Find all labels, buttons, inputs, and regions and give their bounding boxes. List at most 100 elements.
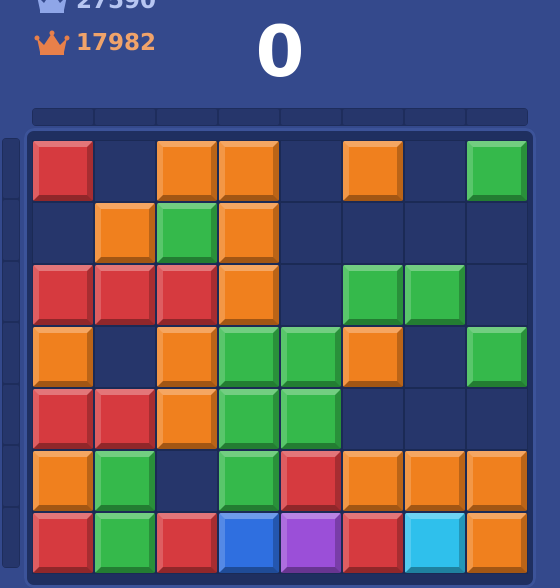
block-tile bbox=[405, 513, 465, 573]
red-block[interactable] bbox=[32, 512, 94, 574]
orange-block[interactable] bbox=[342, 326, 404, 388]
orange-block[interactable] bbox=[156, 326, 218, 388]
block-tile bbox=[33, 327, 93, 387]
orange-block[interactable] bbox=[342, 450, 404, 512]
block-tile bbox=[157, 141, 217, 201]
green-block[interactable] bbox=[466, 326, 528, 388]
orange-block[interactable] bbox=[466, 450, 528, 512]
red-block[interactable] bbox=[32, 140, 94, 202]
green-block[interactable] bbox=[404, 264, 466, 326]
block-tile bbox=[281, 327, 341, 387]
empty-cell[interactable] bbox=[280, 140, 342, 202]
block-tile bbox=[281, 389, 341, 449]
row-indicator-bar bbox=[2, 138, 20, 568]
empty-cell[interactable] bbox=[404, 326, 466, 388]
orange-block[interactable] bbox=[156, 388, 218, 450]
green-block[interactable] bbox=[218, 326, 280, 388]
empty-cell[interactable] bbox=[466, 202, 528, 264]
red-block[interactable] bbox=[156, 264, 218, 326]
board-grid[interactable] bbox=[32, 140, 528, 574]
block-tile bbox=[95, 265, 155, 325]
empty-cell[interactable] bbox=[404, 202, 466, 264]
block-tile bbox=[281, 513, 341, 573]
orange-block[interactable] bbox=[218, 264, 280, 326]
block-tile bbox=[33, 265, 93, 325]
green-block[interactable] bbox=[218, 388, 280, 450]
red-block[interactable] bbox=[94, 388, 156, 450]
block-tile bbox=[157, 203, 217, 263]
orange-block[interactable] bbox=[218, 202, 280, 264]
column-indicator-bar bbox=[32, 108, 528, 126]
block-tile bbox=[157, 513, 217, 573]
block-tile bbox=[467, 451, 527, 511]
orange-block[interactable] bbox=[218, 140, 280, 202]
empty-cell[interactable] bbox=[466, 264, 528, 326]
block-tile bbox=[157, 389, 217, 449]
purple-block[interactable] bbox=[280, 512, 342, 574]
green-block[interactable] bbox=[342, 264, 404, 326]
block-tile bbox=[95, 203, 155, 263]
block-tile bbox=[467, 141, 527, 201]
block-tile bbox=[467, 513, 527, 573]
cyan-block[interactable] bbox=[404, 512, 466, 574]
empty-cell[interactable] bbox=[342, 202, 404, 264]
blue-block[interactable] bbox=[218, 512, 280, 574]
block-tile bbox=[219, 451, 279, 511]
block-tile bbox=[95, 451, 155, 511]
block-tile bbox=[219, 265, 279, 325]
green-block[interactable] bbox=[218, 450, 280, 512]
red-block[interactable] bbox=[280, 450, 342, 512]
green-block[interactable] bbox=[94, 512, 156, 574]
block-tile bbox=[157, 327, 217, 387]
orange-block[interactable] bbox=[94, 202, 156, 264]
block-tile bbox=[157, 265, 217, 325]
block-tile bbox=[219, 141, 279, 201]
block-tile bbox=[219, 203, 279, 263]
empty-cell[interactable] bbox=[404, 388, 466, 450]
orange-block[interactable] bbox=[32, 326, 94, 388]
orange-block[interactable] bbox=[404, 450, 466, 512]
block-tile bbox=[95, 513, 155, 573]
empty-cell[interactable] bbox=[280, 202, 342, 264]
block-tile bbox=[405, 451, 465, 511]
block-tile bbox=[219, 327, 279, 387]
empty-cell[interactable] bbox=[94, 326, 156, 388]
green-block[interactable] bbox=[280, 388, 342, 450]
empty-cell[interactable] bbox=[94, 140, 156, 202]
orange-block[interactable] bbox=[32, 450, 94, 512]
block-tile bbox=[219, 513, 279, 573]
red-block[interactable] bbox=[32, 388, 94, 450]
empty-cell[interactable] bbox=[466, 388, 528, 450]
block-tile bbox=[281, 451, 341, 511]
red-block[interactable] bbox=[342, 512, 404, 574]
green-block[interactable] bbox=[280, 326, 342, 388]
block-tile bbox=[343, 451, 403, 511]
orange-block[interactable] bbox=[466, 512, 528, 574]
empty-cell[interactable] bbox=[32, 202, 94, 264]
block-tile bbox=[33, 513, 93, 573]
red-block[interactable] bbox=[156, 512, 218, 574]
empty-cell[interactable] bbox=[404, 140, 466, 202]
empty-cell[interactable] bbox=[280, 264, 342, 326]
block-tile bbox=[33, 389, 93, 449]
green-block[interactable] bbox=[466, 140, 528, 202]
block-tile bbox=[219, 389, 279, 449]
block-tile bbox=[405, 265, 465, 325]
current-score: 0 bbox=[255, 11, 305, 93]
green-block[interactable] bbox=[94, 450, 156, 512]
block-tile bbox=[33, 451, 93, 511]
block-tile bbox=[343, 513, 403, 573]
empty-cell[interactable] bbox=[156, 450, 218, 512]
red-block[interactable] bbox=[94, 264, 156, 326]
block-tile bbox=[95, 389, 155, 449]
orange-block[interactable] bbox=[156, 140, 218, 202]
red-block[interactable] bbox=[32, 264, 94, 326]
empty-cell[interactable] bbox=[342, 388, 404, 450]
block-tile bbox=[343, 141, 403, 201]
orange-block[interactable] bbox=[342, 140, 404, 202]
block-tile bbox=[343, 265, 403, 325]
block-tile bbox=[343, 327, 403, 387]
green-block[interactable] bbox=[156, 202, 218, 264]
block-tile bbox=[467, 327, 527, 387]
block-tile bbox=[33, 141, 93, 201]
